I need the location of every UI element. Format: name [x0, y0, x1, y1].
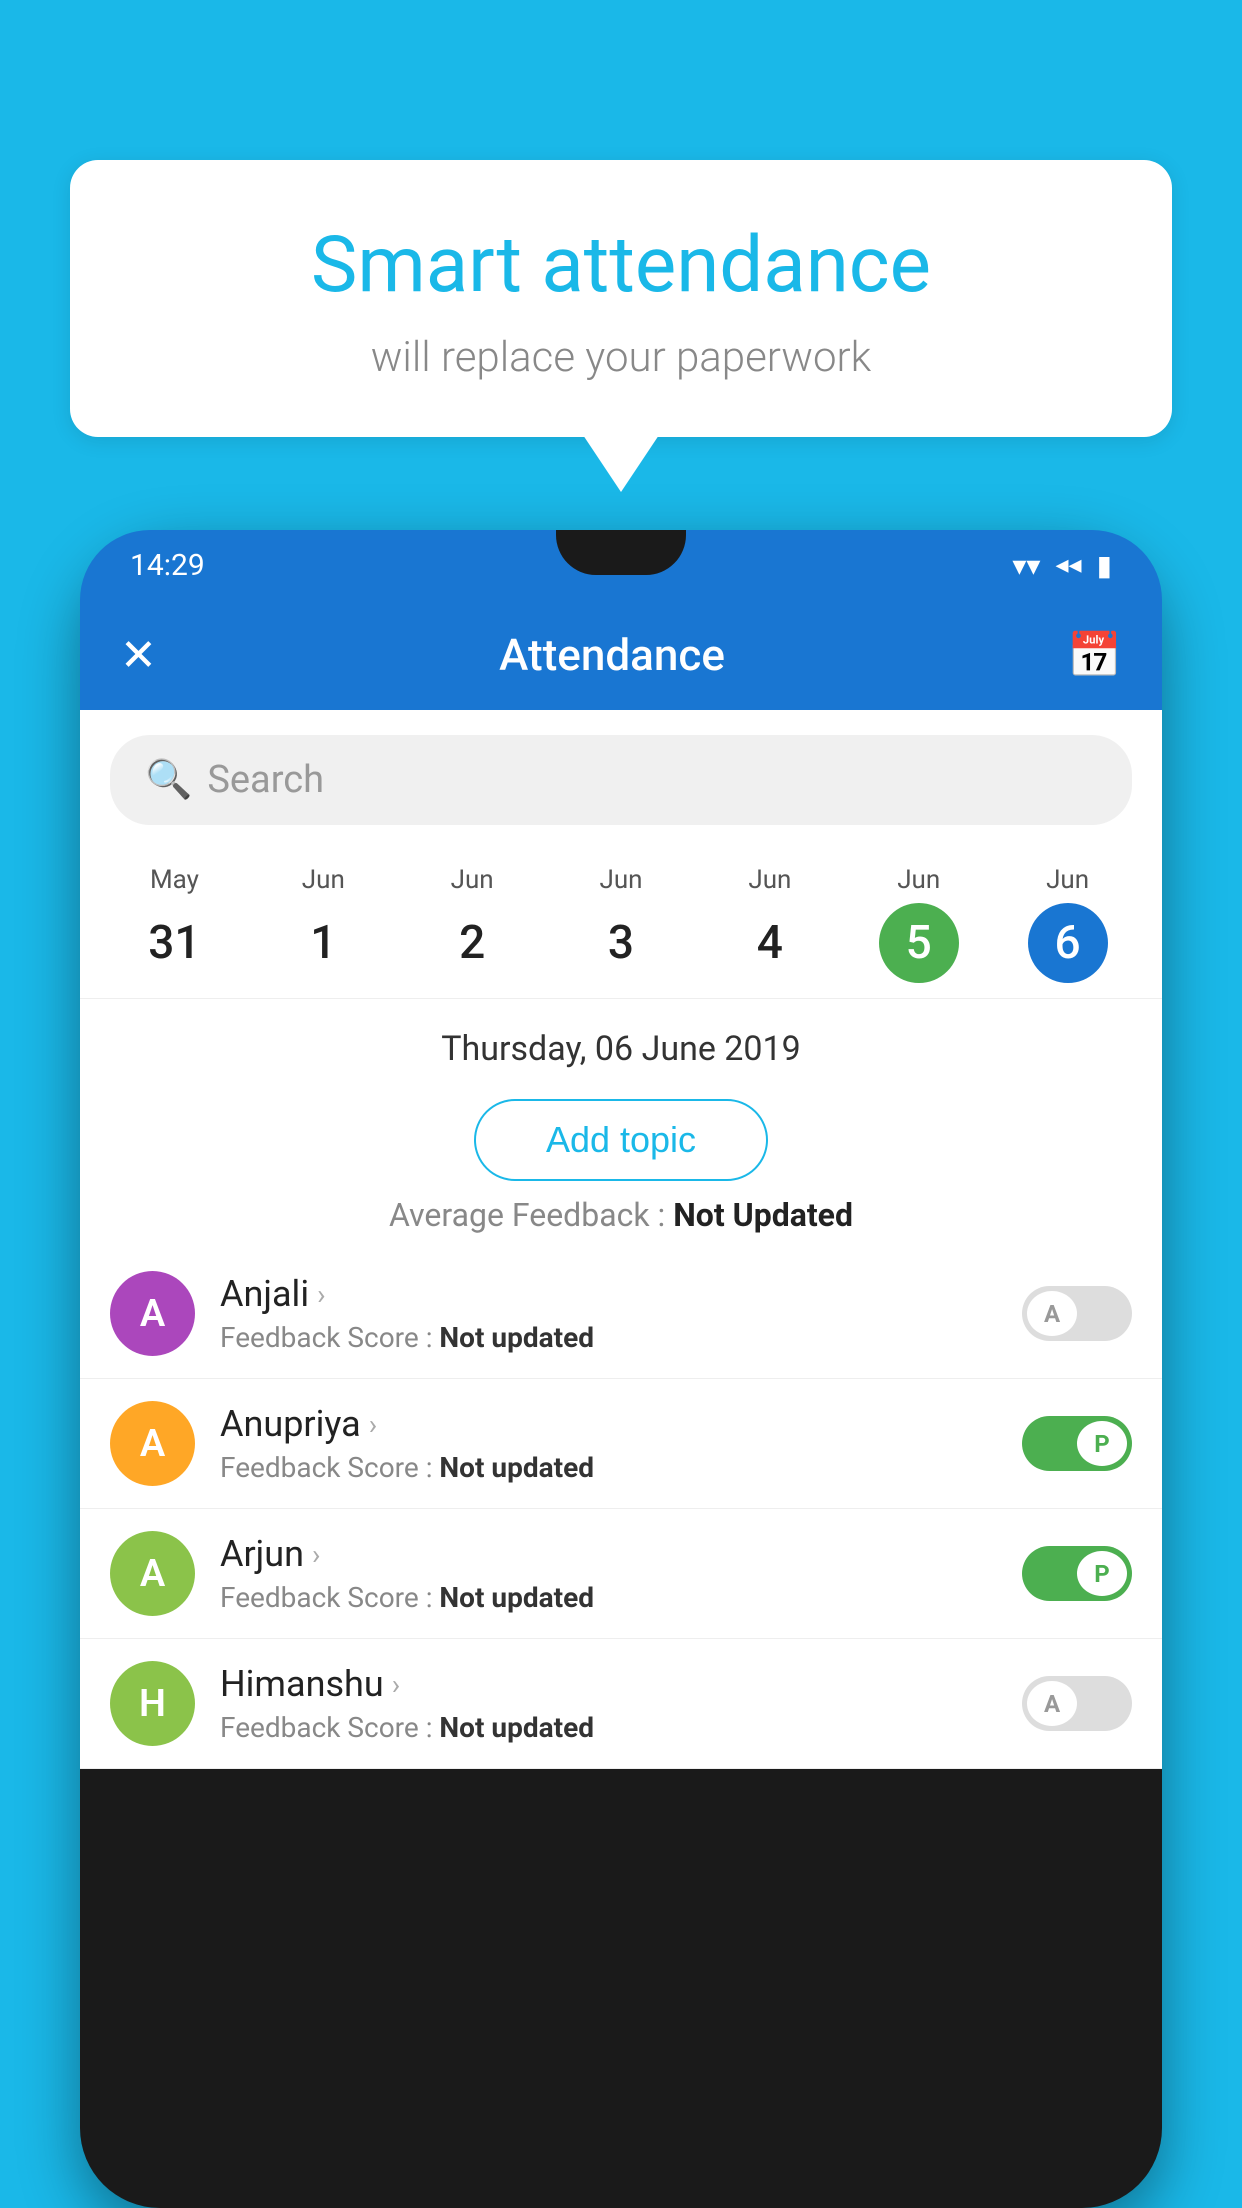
student-name: Himanshu › — [220, 1663, 1022, 1705]
phone-frame: 14:29 ▾▾ ◂◂ ▮ ✕ Attendance 📅 🔍 Search Ma… — [80, 530, 1162, 2208]
status-bar: 14:29 ▾▾ ◂◂ ▮ — [80, 530, 1162, 600]
month-6: Jun — [998, 865, 1137, 895]
battery-icon: ▮ — [1097, 549, 1112, 582]
search-icon: 🔍 — [145, 758, 192, 802]
date-col-4[interactable]: Jun 4 — [695, 850, 844, 998]
selected-date-label: Thursday, 06 June 2019 — [80, 999, 1162, 1084]
student-item[interactable]: A Anjali › Feedback Score : Not updated … — [80, 1249, 1162, 1379]
month-2: Jun — [403, 865, 542, 895]
date-col-1[interactable]: Jun 1 — [249, 850, 398, 998]
student-list: A Anjali › Feedback Score : Not updated … — [80, 1249, 1162, 1769]
chevron-right-icon: › — [392, 1668, 400, 1701]
student-info: Anjali › Feedback Score : Not updated — [220, 1273, 1022, 1354]
student-info: Himanshu › Feedback Score : Not updated — [220, 1663, 1022, 1744]
day-2: 2 — [432, 903, 512, 983]
avatar: A — [110, 1531, 195, 1616]
date-col-0[interactable]: May 31 — [100, 850, 249, 998]
month-3: Jun — [552, 865, 691, 895]
bubble-subtitle: will replace your paperwork — [120, 333, 1122, 382]
avg-feedback-value: Not Updated — [673, 1196, 853, 1234]
date-col-2[interactable]: Jun 2 — [398, 850, 547, 998]
student-item[interactable]: A Arjun › Feedback Score : Not updated P — [80, 1509, 1162, 1639]
attendance-toggle[interactable]: P — [1022, 1416, 1132, 1471]
student-item[interactable]: A Anupriya › Feedback Score : Not update… — [80, 1379, 1162, 1509]
toggle-knob: A — [1027, 1681, 1077, 1726]
month-1: Jun — [254, 865, 393, 895]
screen-content: 🔍 Search May 31 Jun 1 Jun 2 Jun 3 — [80, 710, 1162, 1769]
avatar: H — [110, 1661, 195, 1746]
avg-feedback-label: Average Feedback : — [389, 1196, 665, 1234]
avg-feedback: Average Feedback : Not Updated — [80, 1196, 1162, 1234]
speech-bubble: Smart attendance will replace your paper… — [70, 160, 1172, 437]
student-info: Anupriya › Feedback Score : Not updated — [220, 1403, 1022, 1484]
attendance-toggle[interactable]: P — [1022, 1546, 1132, 1601]
student-name: Arjun › — [220, 1533, 1022, 1575]
bubble-title: Smart attendance — [120, 220, 1122, 311]
month-4: Jun — [700, 865, 839, 895]
calendar-row: May 31 Jun 1 Jun 2 Jun 3 Jun 4 — [80, 850, 1162, 999]
avatar: A — [110, 1401, 195, 1486]
day-5: 5 — [879, 903, 959, 983]
speech-bubble-container: Smart attendance will replace your paper… — [70, 160, 1172, 437]
day-3: 3 — [581, 903, 661, 983]
status-icons: ▾▾ ◂◂ ▮ — [1012, 549, 1112, 582]
day-6: 6 — [1028, 903, 1108, 983]
search-placeholder: Search — [207, 758, 324, 802]
feedback-score: Feedback Score : Not updated — [220, 1321, 1022, 1354]
chevron-right-icon: › — [369, 1408, 377, 1441]
calendar-icon[interactable]: 📅 — [1067, 629, 1122, 681]
day-0: 31 — [134, 903, 214, 983]
toggle-knob: P — [1077, 1421, 1127, 1466]
date-col-3[interactable]: Jun 3 — [547, 850, 696, 998]
date-col-5[interactable]: Jun 5 — [844, 850, 993, 998]
attendance-toggle[interactable]: A — [1022, 1676, 1132, 1731]
attendance-toggle[interactable]: A — [1022, 1286, 1132, 1341]
signal-icon: ◂◂ — [1055, 550, 1081, 580]
toggle-knob: A — [1027, 1291, 1077, 1336]
month-0: May — [105, 865, 244, 895]
student-info: Arjun › Feedback Score : Not updated — [220, 1533, 1022, 1614]
date-col-6[interactable]: Jun 6 — [993, 850, 1142, 998]
day-1: 1 — [283, 903, 363, 983]
avatar: A — [110, 1271, 195, 1356]
app-bar-title: Attendance — [157, 629, 1067, 681]
day-4: 4 — [730, 903, 810, 983]
student-item[interactable]: H Himanshu › Feedback Score : Not update… — [80, 1639, 1162, 1769]
chevron-right-icon: › — [317, 1278, 325, 1311]
student-name: Anupriya › — [220, 1403, 1022, 1445]
feedback-score: Feedback Score : Not updated — [220, 1451, 1022, 1484]
toggle-knob: P — [1077, 1551, 1127, 1596]
student-name: Anjali › — [220, 1273, 1022, 1315]
feedback-score: Feedback Score : Not updated — [220, 1581, 1022, 1614]
feedback-score: Feedback Score : Not updated — [220, 1711, 1022, 1744]
add-topic-button[interactable]: Add topic — [474, 1099, 768, 1181]
app-bar: ✕ Attendance 📅 — [80, 600, 1162, 710]
month-5: Jun — [849, 865, 988, 895]
close-icon[interactable]: ✕ — [120, 629, 157, 681]
notch — [556, 530, 686, 575]
chevron-right-icon: › — [312, 1538, 320, 1571]
search-bar[interactable]: 🔍 Search — [110, 735, 1132, 825]
status-time: 14:29 — [130, 548, 205, 583]
wifi-icon: ▾▾ — [1012, 549, 1040, 582]
